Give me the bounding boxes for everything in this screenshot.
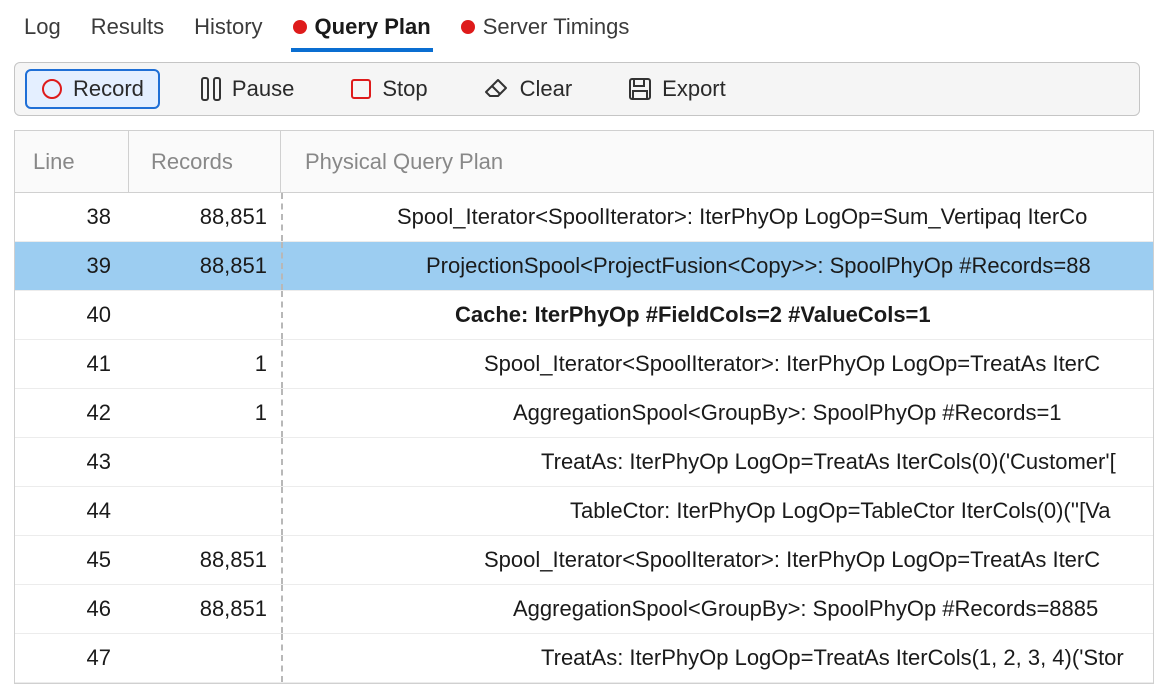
pause-label: Pause [232,76,294,102]
cell-line: 45 [15,547,129,573]
tab-label: Results [91,14,164,40]
cell-line: 38 [15,204,129,230]
header-label: Records [151,149,233,175]
tab-history[interactable]: History [192,10,264,52]
export-label: Export [662,76,726,102]
cell-line: 46 [15,596,129,622]
cell-plan: TreatAs: IterPhyOp LogOp=TreatAs IterCol… [281,438,1153,486]
cell-plan: Spool_Iterator<SpoolIterator>: IterPhyOp… [281,340,1153,388]
tab-results[interactable]: Results [89,10,166,52]
cell-plan: Spool_Iterator<SpoolIterator>: IterPhyOp… [281,193,1153,241]
record-dot-icon [461,20,475,34]
tab-server-timings[interactable]: Server Timings [459,10,632,52]
clear-label: Clear [520,76,573,102]
tab-label: Log [24,14,61,40]
cell-records: 1 [129,400,281,426]
plan-text: TreatAs: IterPhyOp LogOp=TreatAs IterCol… [541,449,1116,475]
cell-records: 88,851 [129,547,281,573]
table-row[interactable]: 3888,851 Spool_Iterator<SpoolIterator>: I… [15,193,1153,242]
table-row[interactable]: 4688,851 AggregationSpool<GroupBy>: Spool… [15,585,1153,634]
query-plan-grid: Line Records Physical Query Plan 3888,85… [14,130,1154,684]
cell-line: 43 [15,449,129,475]
pause-icon [200,76,222,102]
cell-records: 88,851 [129,253,281,279]
export-button[interactable]: Export [612,69,742,109]
cell-plan: ProjectionSpool<ProjectFusion<Copy>>: Sp… [281,242,1153,290]
plan-text: TreatAs: IterPhyOp LogOp=TreatAs IterCol… [541,645,1124,671]
tab-label: Server Timings [483,14,630,40]
table-row[interactable]: 43 TreatAs: IterPhyOp LogOp=TreatAs IterC… [15,438,1153,487]
table-row[interactable]: 3988,851 ProjectionSpool<ProjectFusion<Co… [15,242,1153,291]
stop-button[interactable]: Stop [334,69,443,109]
column-header-line[interactable]: Line [15,131,129,192]
plan-text: Spool_Iterator<SpoolIterator>: IterPhyOp… [397,204,1087,230]
tab-log[interactable]: Log [22,10,63,52]
tab-query-plan[interactable]: Query Plan [291,10,433,52]
cell-records: 88,851 [129,204,281,230]
cell-plan: TreatAs: IterPhyOp LogOp=TreatAs IterCol… [281,634,1153,682]
tab-label: History [194,14,262,40]
pause-button[interactable]: Pause [184,69,310,109]
plan-text: Cache: IterPhyOp #FieldCols=2 #ValueCols… [455,302,931,328]
plan-text: AggregationSpool<GroupBy>: SpoolPhyOp #R… [513,400,1062,426]
cell-plan: Cache: IterPhyOp #FieldCols=2 #ValueCols… [281,291,1153,339]
table-row[interactable]: 411 Spool_Iterator<SpoolIterator>: IterPh… [15,340,1153,389]
stop-icon [350,78,372,100]
plan-text: TableCtor: IterPhyOp LogOp=TableCtor Ite… [570,498,1111,524]
cell-plan: TableCtor: IterPhyOp LogOp=TableCtor Ite… [281,487,1153,535]
save-icon [628,77,652,101]
record-icon [41,78,63,100]
table-row[interactable]: 40 Cache: IterPhyOp #FieldCols=2 #ValueCo… [15,291,1153,340]
record-label: Record [73,76,144,102]
cell-plan: Spool_Iterator<SpoolIterator>: IterPhyOp… [281,536,1153,584]
table-row[interactable]: 44 TableCtor: IterPhyOp LogOp=TableCtor I… [15,487,1153,536]
column-header-records[interactable]: Records [129,131,281,192]
cell-records: 1 [129,351,281,377]
table-row[interactable]: 4588,851 Spool_Iterator<SpoolIterator>: I… [15,536,1153,585]
cell-line: 44 [15,498,129,524]
tab-label: Query Plan [315,14,431,40]
record-dot-icon [293,20,307,34]
grid-header: Line Records Physical Query Plan [15,131,1153,193]
plan-text: ProjectionSpool<ProjectFusion<Copy>>: Sp… [426,253,1091,279]
cell-line: 47 [15,645,129,671]
cell-plan: AggregationSpool<GroupBy>: SpoolPhyOp #R… [281,585,1153,633]
cell-line: 41 [15,351,129,377]
toolbar: Record Pause Stop Clear Export [14,62,1140,116]
clear-button[interactable]: Clear [468,69,589,109]
tab-strip: Log Results History Query Plan Server Ti… [0,0,1154,52]
plan-text: Spool_Iterator<SpoolIterator>: IterPhyOp… [484,547,1100,573]
cell-line: 39 [15,253,129,279]
header-label: Physical Query Plan [305,149,503,175]
plan-text: AggregationSpool<GroupBy>: SpoolPhyOp #R… [513,596,1098,622]
header-label: Line [33,149,75,175]
record-button[interactable]: Record [25,69,160,109]
stop-label: Stop [382,76,427,102]
cell-line: 42 [15,400,129,426]
table-row[interactable]: 47 TreatAs: IterPhyOp LogOp=TreatAs IterC… [15,634,1153,683]
grid-body: 3888,851Spool_Iterator<SpoolIterator>: I… [15,193,1153,683]
cell-plan: AggregationSpool<GroupBy>: SpoolPhyOp #R… [281,389,1153,437]
table-row[interactable]: 421 AggregationSpool<GroupBy>: SpoolPhyOp… [15,389,1153,438]
eraser-icon [484,78,510,100]
cell-line: 40 [15,302,129,328]
cell-records: 88,851 [129,596,281,622]
plan-text: Spool_Iterator<SpoolIterator>: IterPhyOp… [484,351,1100,377]
column-header-plan[interactable]: Physical Query Plan [281,131,1153,192]
